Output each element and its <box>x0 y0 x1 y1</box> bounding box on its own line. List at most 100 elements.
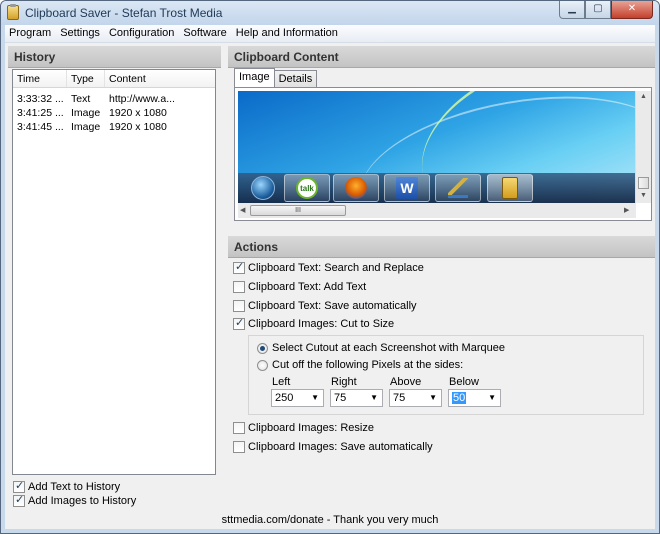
above-label: Above <box>390 376 422 388</box>
preview-vertical-scrollbar[interactable]: ▲ ▼ <box>635 91 651 203</box>
maximize-button[interactable]: ▢ <box>585 1 611 19</box>
scroll-up-icon[interactable]: ▲ <box>640 93 647 100</box>
scroll-left-icon[interactable]: ◀ <box>240 206 245 214</box>
pixels-label: Cut off the following Pixels at the side… <box>272 359 464 371</box>
search-replace-label: Clipboard Text: Search and Replace <box>248 262 424 274</box>
app-window: Clipboard Saver - Stefan Trost Media ▁ ▢… <box>0 0 660 534</box>
cut-to-size-checkbox[interactable] <box>233 316 245 330</box>
word-icon: W <box>384 174 430 202</box>
table-row[interactable]: 3:41:25 ... Image 1920 x 1080 <box>13 106 215 120</box>
left-label: Left <box>272 376 291 388</box>
left-pixels-value: 250 <box>275 392 294 404</box>
below-label: Below <box>449 376 479 388</box>
above-pixels-select[interactable]: 75 ▼ <box>389 389 442 407</box>
close-button[interactable]: ✕ <box>611 1 653 19</box>
client-area: Program Settings Configuration Software … <box>5 25 655 529</box>
resize-checkbox[interactable] <box>233 422 245 434</box>
clipboard-tabs: Image Details <box>234 68 318 87</box>
menu-help[interactable]: Help and Information <box>232 25 342 42</box>
row-content: http://www.a... <box>109 93 175 105</box>
history-list-header: Time Type Content <box>13 70 215 88</box>
add-images-checkbox[interactable] <box>13 493 25 507</box>
vertical-scroll-thumb[interactable] <box>638 177 649 189</box>
add-images-to-history[interactable]: Add Images to History <box>13 493 137 508</box>
windows-orb-icon <box>240 174 286 202</box>
status-bar[interactable]: sttmedia.com/donate - Thank you very muc… <box>5 511 655 529</box>
action-cut-to-size[interactable]: Clipboard Images: Cut to Size <box>233 316 395 331</box>
horizontal-scroll-thumb[interactable]: III <box>250 205 346 216</box>
column-time[interactable]: Time <box>13 70 67 87</box>
below-pixels-value: 50 <box>452 392 467 404</box>
add-images-label: Add Images to History <box>28 495 137 507</box>
save-images-checkbox[interactable] <box>233 441 245 453</box>
below-pixels-select[interactable]: 50 ▼ <box>448 389 501 407</box>
above-pixels-value: 75 <box>393 392 406 404</box>
action-add-text[interactable]: Clipboard Text: Add Text <box>233 280 366 294</box>
table-row[interactable]: 3:41:45 ... Image 1920 x 1080 <box>13 120 215 134</box>
column-type[interactable]: Type <box>67 70 105 87</box>
save-images-label: Clipboard Images: Save automatically <box>248 441 433 453</box>
clipboard-preview-panel: talk W ▲ ▼ ◀ III ▶ <box>234 87 652 221</box>
add-text-to-history[interactable]: Add Text to History <box>13 479 121 494</box>
action-search-replace[interactable]: Clipboard Text: Search and Replace <box>233 260 424 275</box>
tab-image[interactable]: Image <box>234 68 275 87</box>
tab-details[interactable]: Details <box>273 70 318 87</box>
google-talk-icon: talk <box>284 174 330 202</box>
right-pixels-select[interactable]: 75 ▼ <box>330 389 383 407</box>
menu-settings[interactable]: Settings <box>56 25 104 42</box>
right-pixels-value: 75 <box>334 392 347 404</box>
cut-to-size-label: Clipboard Images: Cut to Size <box>248 318 395 330</box>
title-bar[interactable]: Clipboard Saver - Stefan Trost Media ▁ ▢… <box>1 1 659 25</box>
save-text-label: Clipboard Text: Save automatically <box>248 300 417 312</box>
window-title: Clipboard Saver - Stefan Trost Media <box>25 6 223 20</box>
option-marquee[interactable]: Select Cutout at each Screenshot with Ma… <box>257 341 505 355</box>
row-time: 3:33:32 ... <box>17 93 64 105</box>
action-save-images[interactable]: Clipboard Images: Save automatically <box>233 440 433 454</box>
add-text-label: Add Text to History <box>28 481 121 493</box>
talk-label: talk <box>296 177 318 199</box>
row-content: 1920 x 1080 <box>109 121 167 133</box>
menu-bar: Program Settings Configuration Software … <box>5 25 655 43</box>
preview-taskbar: talk W <box>238 173 636 203</box>
chevron-down-icon: ▼ <box>429 393 437 402</box>
scroll-right-icon[interactable]: ▶ <box>624 206 629 214</box>
row-time: 3:41:25 ... <box>17 107 64 119</box>
row-type: Image <box>71 107 101 119</box>
search-replace-checkbox[interactable] <box>233 260 245 274</box>
history-list[interactable]: Time Type Content 3:33:32 ... Text http:… <box>12 69 216 475</box>
history-header: History <box>8 46 221 68</box>
menu-configuration[interactable]: Configuration <box>105 25 178 42</box>
menu-software[interactable]: Software <box>179 25 230 42</box>
minimize-button[interactable]: ▁ <box>559 1 585 19</box>
menu-program[interactable]: Program <box>5 25 55 42</box>
right-label: Right <box>331 376 357 388</box>
left-pixels-select[interactable]: 250 ▼ <box>271 389 324 407</box>
clipboard-icon <box>487 174 533 202</box>
firefox-icon <box>333 174 379 202</box>
add-text-action-checkbox[interactable] <box>233 281 245 293</box>
clipboard-image-preview: talk W <box>238 91 636 203</box>
add-text-action-label: Clipboard Text: Add Text <box>248 281 367 293</box>
marquee-label: Select Cutout at each Screenshot with Ma… <box>272 342 505 354</box>
chevron-down-icon: ▼ <box>488 393 496 402</box>
option-pixels[interactable]: Cut off the following Pixels at the side… <box>257 358 463 372</box>
preview-horizontal-scrollbar[interactable]: ◀ III ▶ <box>238 203 636 218</box>
pixels-radio[interactable] <box>257 359 268 371</box>
word-label: W <box>396 177 418 199</box>
add-text-checkbox[interactable] <box>13 479 25 493</box>
action-save-text[interactable]: Clipboard Text: Save automatically <box>233 299 417 313</box>
save-text-checkbox[interactable] <box>233 300 245 312</box>
paint-icon <box>435 174 481 202</box>
actions-header: Actions <box>228 236 655 258</box>
table-row[interactable]: 3:33:32 ... Text http://www.a... <box>13 92 215 106</box>
row-type: Text <box>71 93 91 105</box>
row-time: 3:41:45 ... <box>17 121 64 133</box>
action-resize[interactable]: Clipboard Images: Resize <box>233 421 374 435</box>
marquee-radio[interactable] <box>257 342 268 354</box>
chevron-down-icon: ▼ <box>311 393 319 402</box>
column-content[interactable]: Content <box>105 70 215 87</box>
chevron-down-icon: ▼ <box>370 393 378 402</box>
scroll-down-icon[interactable]: ▼ <box>640 192 647 199</box>
resize-label: Clipboard Images: Resize <box>248 422 374 434</box>
row-type: Image <box>71 121 101 133</box>
